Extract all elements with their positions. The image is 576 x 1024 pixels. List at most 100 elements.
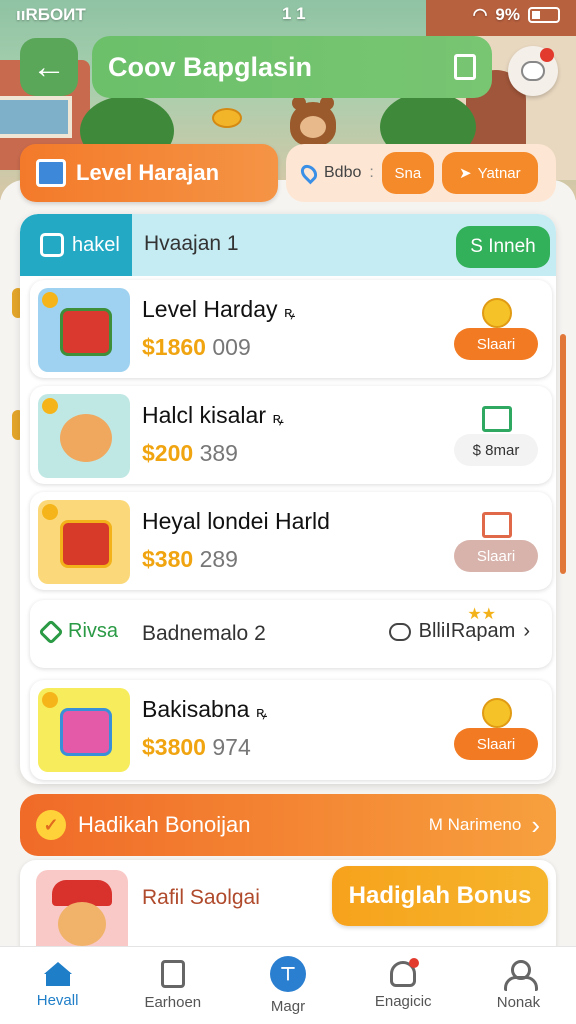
item-action-button[interactable]: Slaari — [454, 540, 538, 572]
checkbox-icon — [40, 233, 64, 257]
nav-label: Hevall — [36, 992, 79, 1009]
people-icon — [388, 622, 411, 641]
card-action-label: S Inneh — [470, 236, 536, 257]
bonus-card: Rafil Saolgai Hadiglah Bonus — [20, 860, 556, 960]
section-link[interactable]: BlliIRapam › — [388, 620, 530, 643]
nav-notifications[interactable]: Enagicic — [346, 947, 461, 1024]
list-item[interactable]: Halcl kisalar ꝶ $200 389 $ 8mar — [30, 386, 552, 484]
gift-box-icon — [60, 708, 112, 756]
item-thumbnail — [38, 500, 130, 584]
location-pin-icon — [297, 161, 321, 185]
nav-home[interactable]: Hevall — [0, 947, 115, 1024]
filter-chip-label: Yatnar — [477, 164, 521, 182]
item-action-button[interactable]: Slaari — [454, 328, 538, 360]
badge-icon — [42, 504, 58, 520]
bookmark-icon[interactable] — [454, 54, 476, 80]
section-title: Badnemalo 2 — [142, 622, 266, 645]
chevron-right-icon: › — [523, 620, 530, 642]
notification-dot — [540, 48, 554, 62]
nav-profile[interactable]: Nonak — [461, 947, 576, 1024]
bear-illustration — [290, 96, 336, 146]
filter-chip-label: Sna — [394, 164, 422, 182]
item-price: $200 389 — [142, 440, 238, 466]
nav-earnings[interactable]: Earhoen — [115, 947, 230, 1024]
bonus-title: Rafil Saolgai — [142, 886, 260, 909]
item-price: $380 289 — [142, 546, 238, 572]
item-action[interactable]: $ 8mar — [454, 404, 538, 468]
section-tag-label: Rivsa — [68, 620, 119, 642]
section-link-label: BlliIRapam — [418, 620, 516, 642]
chat-bubble-icon — [521, 61, 545, 81]
chevron-right-icon: › — [531, 809, 540, 840]
item-title: Level Harday ꝶ — [142, 296, 296, 322]
document-icon — [482, 512, 512, 538]
bear-icon — [58, 902, 106, 946]
status-bar: ııRБOИT 1 1 ◠ 9% — [0, 0, 576, 30]
list-item[interactable]: Bakisabna ꝶ $3800 974 Slaari — [30, 680, 552, 780]
status-right: ◠ 9% — [473, 5, 560, 25]
bonus-button-label: Hadiglah Bonus — [348, 882, 532, 909]
item-title: Halcl kisalar ꝶ — [142, 402, 284, 428]
level-label: Level Harajan — [76, 160, 220, 185]
section-tag: Rivsa — [38, 618, 119, 645]
treasure-box-icon — [60, 520, 112, 568]
badge-icon — [42, 292, 58, 308]
card-action-button[interactable]: S Inneh — [456, 226, 550, 268]
item-thumbnail — [38, 394, 130, 478]
arrow-left-icon: ← — [32, 47, 66, 86]
nav-label: Enagicic — [374, 993, 432, 1010]
battery-percent: 9% — [495, 5, 520, 24]
coin-illustration — [212, 108, 242, 128]
wifi-icon: ◠ — [472, 5, 488, 24]
coin-icon — [482, 298, 512, 328]
filter-chip-yatnar[interactable]: ➤ Yatnar — [441, 152, 538, 194]
ledger-icon — [160, 960, 185, 988]
filter-text: Bdbo — [324, 164, 362, 181]
list-item[interactable]: Heyal londei Harld $380 289 Slaari — [30, 492, 552, 590]
badge-icon — [42, 692, 58, 708]
nav-label: Earhoen — [144, 994, 202, 1011]
user-icon — [504, 960, 539, 991]
gift-box-icon — [60, 308, 112, 356]
card-header-title: Hvaajan 1 — [144, 232, 239, 255]
item-title: Heyal londei Harld — [142, 508, 330, 534]
scrollbar[interactable] — [560, 334, 566, 574]
document-icon — [482, 406, 512, 432]
level-selector[interactable]: Level Harajan — [20, 144, 278, 202]
item-action[interactable]: Slaari — [454, 298, 538, 362]
nav-magic[interactable]: ⊤ Magr — [230, 947, 345, 1024]
battery-icon — [528, 7, 560, 23]
bell-icon — [390, 958, 420, 987]
magic-icon: ⊤ — [270, 956, 306, 992]
box-icon — [36, 159, 66, 187]
bonus-banner[interactable]: ✓ Hadikah Bonoijan M Narimeno › — [20, 794, 556, 856]
bonus-button[interactable]: Hadiglah Bonus — [332, 866, 548, 926]
tab-label: hakel — [72, 233, 120, 256]
item-action-button[interactable]: $ 8mar — [454, 434, 538, 466]
item-title: Bakisabna ꝶ — [142, 696, 268, 722]
list-item[interactable]: Level Harday ꝶ $1860 009 Slaari — [30, 280, 552, 378]
section-row[interactable]: Rivsa Badnemalo 2 ★★ BlliIRapam › — [30, 600, 552, 668]
item-thumbnail — [38, 288, 130, 372]
chat-button[interactable] — [508, 46, 558, 96]
filter-chip-sna[interactable]: Sna — [381, 152, 434, 194]
title-bar: Coov Bapglasin — [92, 36, 492, 98]
status-signal-text: ııRБOИT — [16, 5, 86, 24]
item-price: $1860 009 — [142, 334, 251, 360]
filter-separator: : — [369, 164, 374, 181]
item-action[interactable]: Slaari — [454, 698, 538, 762]
item-action[interactable]: Slaari — [454, 510, 538, 574]
check-circle-icon: ✓ — [36, 810, 66, 840]
tab-hakel[interactable]: hakel — [20, 214, 132, 276]
item-action-button[interactable]: Slaari — [454, 728, 538, 760]
status-time: 1 1 — [282, 4, 306, 23]
nav-label: Magr — [270, 998, 306, 1015]
fox-icon — [60, 414, 112, 462]
diamond-arrow-icon — [38, 618, 64, 645]
item-thumbnail — [38, 688, 130, 772]
bonus-banner-label: Hadikah Bonoijan — [78, 812, 251, 837]
bonus-banner-link: M Narimeno — [428, 815, 522, 834]
back-button[interactable]: ← — [20, 38, 78, 96]
nav-label: Nonak — [496, 994, 541, 1011]
coin-icon — [482, 698, 512, 728]
